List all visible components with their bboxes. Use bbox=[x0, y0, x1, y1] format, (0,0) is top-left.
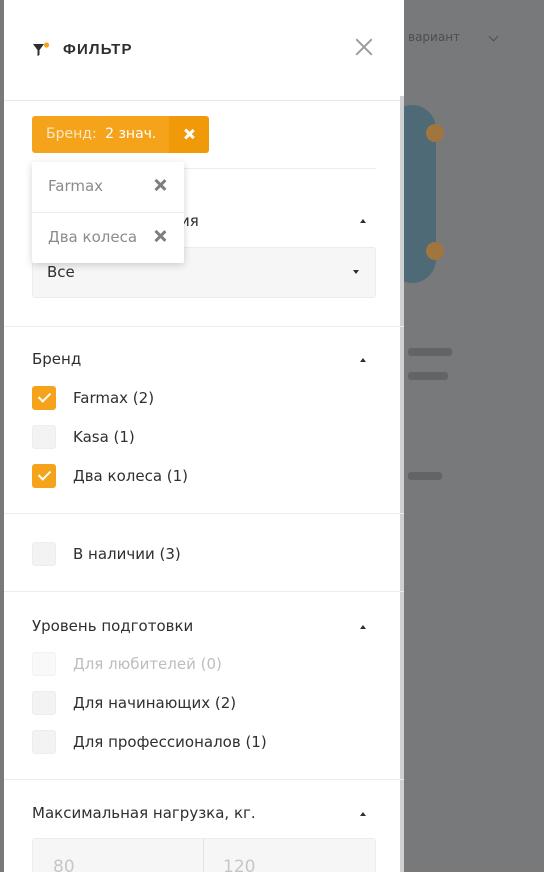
panel-title: ФИЛЬТР bbox=[63, 41, 133, 58]
divider bbox=[4, 591, 404, 592]
caret-up-icon[interactable] bbox=[360, 812, 366, 816]
caret-up-icon[interactable] bbox=[360, 358, 366, 362]
checkbox[interactable] bbox=[32, 464, 56, 488]
wheel-image bbox=[426, 124, 444, 142]
checkbox[interactable] bbox=[32, 730, 56, 754]
load-min-input[interactable]: 80 bbox=[53, 857, 75, 872]
filter-panel: ФИЛЬТР Бренд: 2 знач. ия Все Бренд Farma… bbox=[4, 0, 404, 872]
brand-section-title: Бренд bbox=[32, 350, 82, 368]
level-option-label: Для любителей (0) bbox=[73, 655, 222, 673]
chip-values-popover: Farmax Два колеса bbox=[32, 162, 184, 263]
divider bbox=[4, 326, 404, 327]
category-select-value: Все bbox=[47, 263, 75, 281]
load-section-title: Максимальная нагрузка, кг. bbox=[32, 804, 256, 822]
brand-option[interactable]: Kasa (1) bbox=[32, 424, 135, 450]
active-filter-label[interactable]: Бренд: 2 знач. bbox=[32, 116, 170, 153]
popover-item: Farmax bbox=[32, 162, 184, 212]
level-option: Для любителей (0) bbox=[32, 651, 222, 677]
remove-filter-button[interactable] bbox=[169, 116, 210, 153]
active-filter-key: Бренд: bbox=[46, 126, 97, 142]
active-filter-value: 2 знач. bbox=[105, 126, 157, 142]
load-max-input[interactable]: 120 bbox=[223, 857, 255, 872]
sort-dropdown[interactable]: вариант bbox=[408, 30, 460, 44]
wheel-image bbox=[426, 242, 444, 260]
popover-item-label: Farmax bbox=[48, 177, 104, 195]
checkbox bbox=[32, 652, 56, 676]
product-title-line bbox=[408, 348, 452, 356]
level-option[interactable]: Для начинающих (2) bbox=[32, 690, 236, 716]
caret-down-icon bbox=[353, 270, 359, 274]
brand-option[interactable]: Два колеса (1) bbox=[32, 463, 188, 489]
checkbox[interactable] bbox=[32, 691, 56, 715]
popover-item: Два колеса bbox=[32, 212, 184, 263]
in-stock-option[interactable]: В наличии (3) bbox=[32, 541, 181, 567]
product-title-line bbox=[408, 372, 448, 380]
brand-option-label: Kasa (1) bbox=[73, 428, 135, 446]
brand-option-label: Farmax (2) bbox=[73, 389, 155, 407]
popover-item-label: Два колеса bbox=[48, 228, 138, 246]
active-filter-chip[interactable]: Бренд: 2 знач. bbox=[32, 116, 210, 153]
chevron-down-icon bbox=[488, 31, 499, 42]
close-icon[interactable] bbox=[154, 179, 166, 191]
caret-up-icon[interactable] bbox=[360, 625, 366, 629]
filter-icon bbox=[33, 42, 50, 56]
level-option-label: Для профессионалов (1) bbox=[73, 733, 267, 751]
load-range-inputs: 80 120 bbox=[32, 838, 376, 872]
level-option-label: Для начинающих (2) bbox=[73, 694, 237, 712]
brand-option-label: Два колеса (1) bbox=[73, 467, 189, 485]
checkbox[interactable] bbox=[32, 425, 56, 449]
divider bbox=[4, 779, 404, 780]
divider bbox=[203, 839, 204, 872]
close-icon[interactable] bbox=[354, 37, 374, 57]
close-icon[interactable] bbox=[154, 230, 166, 242]
level-option[interactable]: Для профессионалов (1) bbox=[32, 729, 267, 755]
in-stock-label: В наличии (3) bbox=[73, 545, 181, 563]
product-price-line bbox=[408, 472, 442, 480]
scrollbar-track[interactable] bbox=[400, 96, 404, 872]
filter-header: ФИЛЬТР bbox=[4, 0, 404, 101]
level-section-title: Уровень подготовки bbox=[32, 617, 194, 635]
brand-option[interactable]: Farmax (2) bbox=[32, 385, 154, 411]
caret-up-icon[interactable] bbox=[360, 219, 366, 223]
checkbox[interactable] bbox=[32, 386, 56, 410]
divider bbox=[4, 513, 404, 514]
checkbox[interactable] bbox=[32, 542, 56, 566]
